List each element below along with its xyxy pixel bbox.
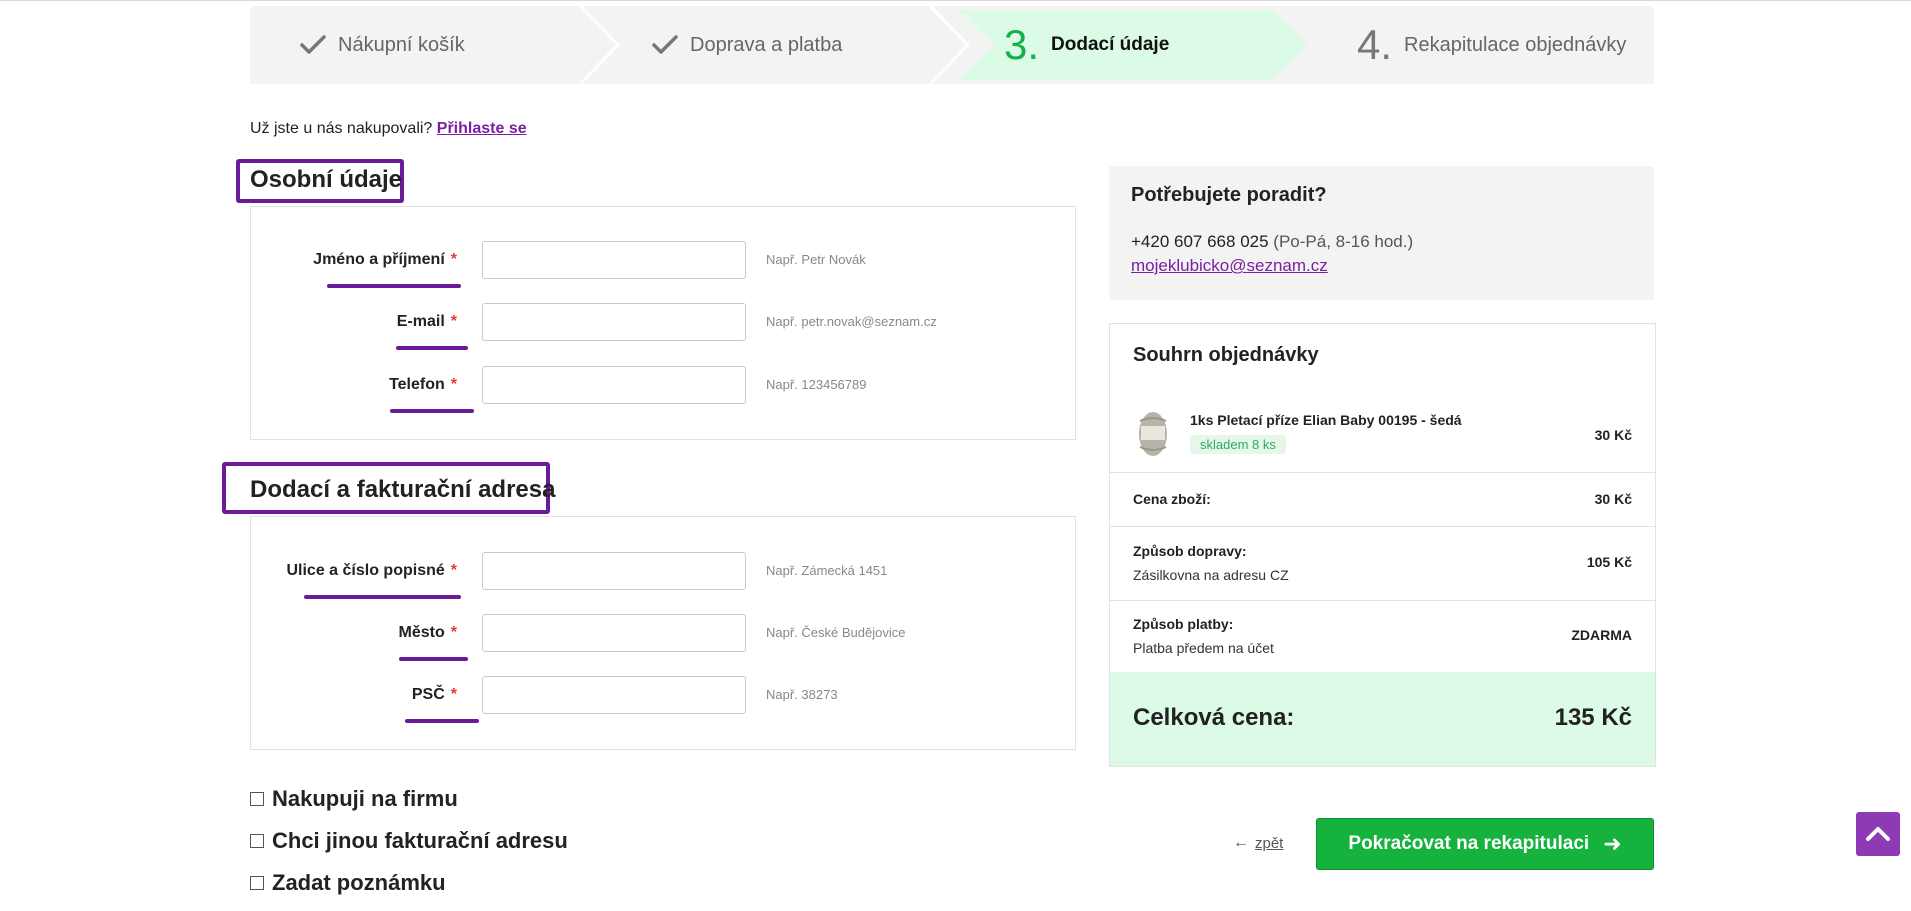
step-cart[interactable]: Nákupní košík	[300, 6, 465, 84]
order-summary: Souhrn objednávky 1ks Pletací příze Elia…	[1109, 323, 1656, 767]
option-company[interactable]: Nakupuji na firmu	[250, 786, 458, 812]
yarn-product-image	[1139, 412, 1167, 456]
field-hint: Např. 123456789	[766, 377, 867, 392]
option-label: Nakupuji na firmu	[272, 786, 458, 811]
back-link[interactable]: ← zpět	[1233, 834, 1283, 852]
item-name: 1ks Pletací příze Elian Baby 00195 - šed…	[1190, 412, 1462, 428]
step-separator	[930, 6, 970, 84]
field-hint: Např. České Budějovice	[766, 625, 906, 640]
item-price: 30 Kč	[1594, 427, 1632, 443]
field-hint: Např. petr.novak@seznam.cz	[766, 314, 937, 329]
phone-number[interactable]: +420 607 668 025	[1131, 232, 1269, 251]
login-prompt: Už jste u nás nakupovali? Přihlaste se	[250, 120, 527, 138]
step-label: Nákupní košík	[338, 33, 465, 56]
annotation-underline	[399, 657, 468, 661]
row-value: 105 Kč	[1586, 554, 1632, 570]
back-label: zpět	[1255, 834, 1284, 852]
step-number: 3.	[1004, 21, 1040, 68]
field-label: PSČ *	[411, 686, 457, 703]
stock-badge: skladem 8 ks	[1190, 435, 1286, 454]
scroll-to-top-button[interactable]	[1856, 812, 1900, 856]
street-input[interactable]	[482, 552, 746, 590]
arrow-left-icon: ←	[1233, 834, 1249, 851]
row-label: Cena zboží:	[1133, 491, 1211, 507]
top-divider	[0, 0, 1911, 1]
field-hint: Např. Zámecká 1451	[766, 563, 888, 578]
option-label: Zadat poznámku	[272, 870, 446, 895]
field-label: Telefon *	[389, 376, 457, 393]
help-email-link[interactable]: mojeklubicko@seznam.cz	[1131, 256, 1328, 276]
form-row-phone: Telefon * Např. 123456789	[251, 366, 1075, 413]
field-label: E-mail *	[396, 313, 457, 330]
step-number: 4.	[1357, 21, 1393, 68]
personal-section-title: Osobní údaje	[250, 166, 403, 193]
checkbox[interactable]	[250, 792, 264, 806]
arrow-right-icon: ➜	[1603, 831, 1622, 856]
summary-shipping-row: Způsob dopravy: Zásilkovna na adresu CZ …	[1110, 526, 1655, 601]
phone-input[interactable]	[482, 366, 746, 404]
annotation-underline	[390, 409, 474, 413]
row-label: Způsob platby:	[1133, 616, 1234, 632]
annotation-underline	[304, 595, 461, 599]
field-hint: Např. 38273	[766, 687, 838, 702]
row-value: ZDARMA	[1571, 627, 1632, 643]
form-row-name: Jméno a příjmení * Např. Petr Novák	[251, 241, 1075, 288]
row-detail: Zásilkovna na adresu CZ	[1133, 567, 1289, 583]
summary-total: Celková cena: 135 Kč	[1110, 672, 1655, 766]
summary-item: 1ks Pletací příze Elian Baby 00195 - šed…	[1110, 402, 1655, 473]
option-label: Chci jinou fakturační adresu	[272, 828, 568, 853]
email-input[interactable]	[482, 303, 746, 341]
help-phone: +420 607 668 025 (Po-Pá, 8-16 hod.)	[1131, 232, 1413, 252]
annotation-underline	[405, 719, 479, 723]
form-row-street: Ulice a číslo popisné * Např. Zámecká 145…	[251, 552, 1075, 599]
option-note[interactable]: Zadat poznámku	[250, 870, 446, 896]
address-form: Ulice a číslo popisné * Např. Zámecká 145…	[250, 516, 1076, 750]
login-question: Už jste u nás nakupovali?	[250, 120, 433, 137]
checkout-steps: Nákupní košík Doprava a platba 3. Dodací…	[250, 6, 1654, 84]
help-box: Potřebujete poradit? +420 607 668 025 (P…	[1109, 166, 1654, 300]
name-input[interactable]	[482, 241, 746, 279]
city-input[interactable]	[482, 614, 746, 652]
summary-title: Souhrn objednávky	[1133, 344, 1319, 366]
field-label: Ulice a číslo popisné *	[286, 562, 457, 579]
form-row-email: E-mail * Např. petr.novak@seznam.cz	[251, 303, 1075, 350]
row-value: 30 Kč	[1594, 491, 1632, 507]
field-hint: Např. Petr Novák	[766, 252, 866, 267]
step-shipping-payment[interactable]: Doprava a platba	[652, 6, 842, 84]
form-row-city: Město * Např. České Budějovice	[251, 614, 1075, 661]
field-label: Město *	[398, 624, 457, 641]
field-label: Jméno a příjmení *	[313, 251, 457, 268]
continue-button[interactable]: Pokračovat na rekapitulaci ➜	[1316, 818, 1654, 870]
summary-payment-row: Způsob platby: Platba předem na účet ZDA…	[1110, 600, 1655, 672]
form-row-zip: PSČ * Např. 38273	[251, 676, 1075, 723]
step-recap: 4. Rekapitulace objednávky	[1357, 6, 1626, 84]
total-value: 135 Kč	[1554, 704, 1632, 731]
step-separator	[580, 6, 620, 84]
check-icon	[300, 34, 326, 56]
personal-form: Jméno a příjmení * Např. Petr Novák E-mai…	[250, 206, 1076, 440]
address-section-title: Dodací a fakturační adresa	[250, 476, 556, 503]
step-label: Dodací údaje	[1051, 34, 1170, 55]
step-delivery-details: 3. Dodací údaje	[1004, 6, 1169, 84]
zip-input[interactable]	[482, 676, 746, 714]
check-icon	[652, 34, 678, 56]
chevron-up-icon	[1866, 827, 1890, 841]
login-link[interactable]: Přihlaste se	[437, 120, 527, 137]
phone-hours: (Po-Pá, 8-16 hod.)	[1273, 232, 1414, 251]
checkbox[interactable]	[250, 876, 264, 890]
continue-label: Pokračovat na rekapitulaci	[1348, 833, 1590, 854]
row-detail: Platba předem na účet	[1133, 640, 1274, 656]
row-label: Způsob dopravy:	[1133, 543, 1247, 559]
annotation-underline	[396, 346, 468, 350]
step-label: Rekapitulace objednávky	[1404, 33, 1627, 56]
checkbox[interactable]	[250, 834, 264, 848]
step-label: Doprava a platba	[690, 33, 843, 56]
help-title: Potřebujete poradit?	[1131, 184, 1327, 206]
summary-goods-row: Cena zboží: 30 Kč	[1110, 472, 1655, 527]
option-billing-address[interactable]: Chci jinou fakturační adresu	[250, 828, 568, 854]
annotation-underline	[327, 284, 461, 288]
total-label: Celková cena:	[1133, 704, 1295, 731]
